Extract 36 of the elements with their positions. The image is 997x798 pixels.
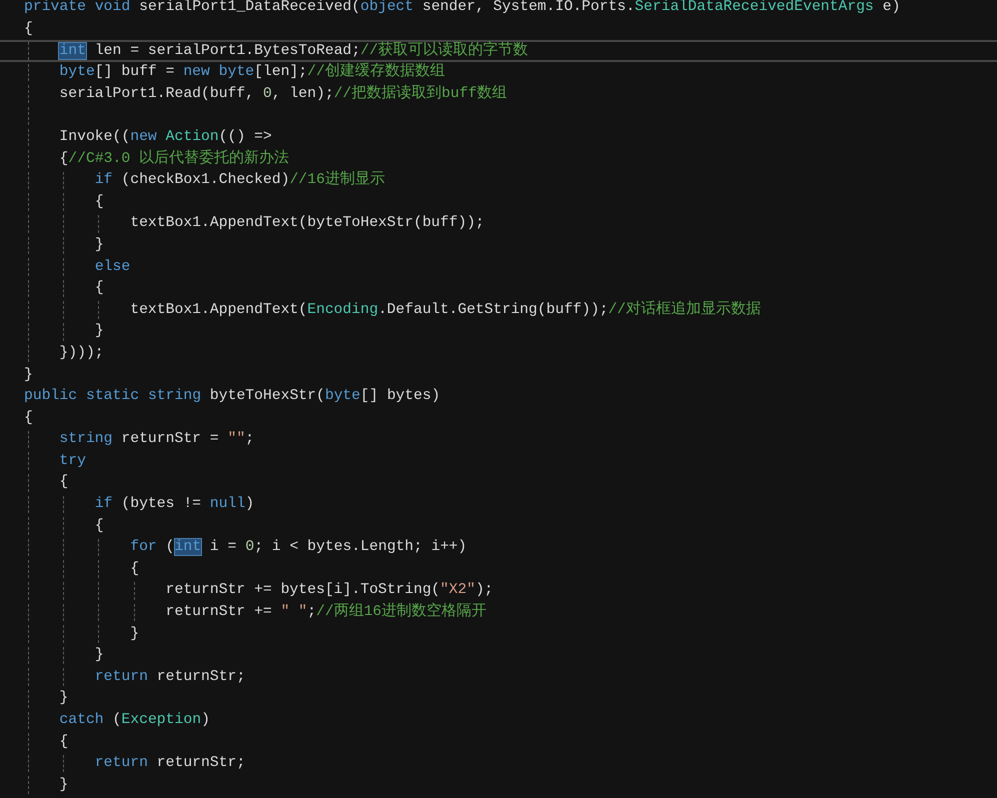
code-line: {//C#3.0 以后代替委托的新办法 [59, 152, 290, 166]
code-line: { [94, 281, 104, 296]
code-line: if (checkBox1.Checked)//16进制显示 [94, 173, 385, 188]
code-line: { [24, 22, 33, 37]
code-line: } [94, 238, 104, 253]
code-line: } [59, 778, 68, 793]
code-line: } [130, 626, 140, 642]
code-line: { [94, 518, 104, 534]
code-line: { [59, 475, 68, 490]
code-line: int len = serialPort1.BytesToRead;//获取可以读取的字节数 [59, 44, 528, 58]
code-line: public static string byteToHexStr(byte[] bytes) [24, 389, 440, 404]
code-line: catch (Exception) [59, 713, 210, 728]
code-line: byte[] buff = new byte[len];//创建缓存数据数组 [59, 65, 445, 80]
code-line: returnStr += " ";//两组16进制数空格隔开 [166, 605, 487, 620]
code-line: } [94, 324, 104, 340]
code-line: { [24, 410, 33, 426]
code-line: { [59, 734, 68, 750]
code-line: { [130, 562, 140, 577]
code-line: try [59, 454, 86, 469]
code-line: for (int i = 0; i < bytes.Length; i++) [130, 540, 467, 556]
code-line: if (bytes != null) [94, 497, 254, 512]
code-line: string returnStr = ""; [59, 432, 254, 448]
code-line: } [94, 648, 104, 663]
code-line: } [24, 368, 33, 382]
code-line: return returnStr; [94, 756, 246, 771]
code-line: textBox1.AppendText(byteToHexStr(buff)); [130, 216, 484, 232]
code-line: serialPort1.Read(buff, 0, len);//把数据读取到buff数组 [59, 86, 507, 102]
code-line: return returnStr; [94, 670, 246, 685]
code-line: { [94, 194, 104, 210]
code-line: Invoke((new Action(() => [59, 130, 272, 145]
code-line: } [59, 691, 68, 706]
code-line: returnStr += bytes[i].ToString("X2"); [166, 583, 494, 598]
code-line: }))); [59, 346, 104, 361]
code-line: textBox1.AppendText(Encoding.Default.GetString(buff));//对话框追加显示数据 [130, 302, 761, 318]
code-line: else [94, 260, 130, 274]
code-line: private void serialPort1_DataReceived(object sender, System.IO.Ports.SerialDataReceivedEventArgs e) [24, 0, 900, 16]
